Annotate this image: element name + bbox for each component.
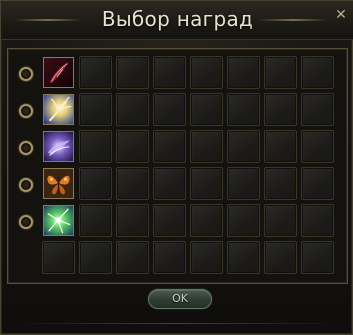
empty-slot-r1-c2 [79, 56, 112, 89]
close-icon[interactable]: ✕ [333, 7, 349, 23]
title-bar: Выбор наград ✕ [1, 1, 353, 40]
empty-slot-r5-c7 [264, 204, 297, 237]
empty-slot-r1-c7 [264, 56, 297, 89]
empty-slot-r4-c6 [227, 167, 260, 200]
empty-slot-r5-c3 [116, 204, 149, 237]
golden-sword-burst-icon[interactable] [43, 94, 74, 125]
empty-slot-r2-c6 [227, 93, 260, 126]
empty-slot-r2-c7 [264, 93, 297, 126]
empty-slot-r4-c3 [116, 167, 149, 200]
empty-slot-r6-c2 [79, 241, 112, 274]
empty-slot-r1-c4 [153, 56, 186, 89]
empty-slot-r2-c3 [116, 93, 149, 126]
reward-radio-3[interactable] [19, 141, 33, 155]
red-feather-quill-icon[interactable] [43, 57, 74, 88]
empty-slot-r3-c2 [79, 130, 112, 163]
empty-slot-r3-c5 [190, 130, 223, 163]
empty-slot-r5-c5 [190, 204, 223, 237]
empty-slot-r1-c6 [227, 56, 260, 89]
reward-selection-window: Выбор наград ✕ OK [0, 0, 353, 335]
empty-slot-r6-c5 [190, 241, 223, 274]
empty-slot-r5-c8 [301, 204, 334, 237]
empty-slot-r3-c6 [227, 130, 260, 163]
empty-slot-r3-c7 [264, 130, 297, 163]
empty-slot-r3-c3 [116, 130, 149, 163]
empty-slot-r2-c4 [153, 93, 186, 126]
reward-radio-1[interactable] [19, 67, 33, 81]
window-title: Выбор наград [101, 7, 254, 31]
empty-slot-r6-c3 [116, 241, 149, 274]
empty-slot-r4-c8 [301, 167, 334, 200]
empty-slot-r5-c6 [227, 204, 260, 237]
empty-slot-r1-c5 [190, 56, 223, 89]
empty-slot-r6-c4 [153, 241, 186, 274]
empty-slot-r2-c8 [301, 93, 334, 126]
purple-wing-icon[interactable] [43, 131, 74, 162]
reward-radio-2[interactable] [19, 104, 33, 118]
reward-radio-4[interactable] [19, 178, 33, 192]
empty-slot-r6-c7 [264, 241, 297, 274]
empty-slot-r4-c2 [79, 167, 112, 200]
empty-slot-r6-c8 [301, 241, 334, 274]
orange-butterfly-wings-icon[interactable] [43, 168, 74, 199]
empty-slot-r3-c4 [153, 130, 186, 163]
empty-slot-r4-c5 [190, 167, 223, 200]
empty-slot-r4-c7 [264, 167, 297, 200]
empty-slot-r6-c6 [227, 241, 260, 274]
reward-radio-5[interactable] [19, 215, 33, 229]
empty-slot-r5-c4 [153, 204, 186, 237]
ok-button[interactable]: OK [148, 289, 212, 309]
empty-slot-r4-c4 [153, 167, 186, 200]
empty-slot-r5-c2 [79, 204, 112, 237]
empty-slot-r2-c5 [190, 93, 223, 126]
green-lightning-burst-icon[interactable] [43, 205, 74, 236]
empty-slot-r3-c8 [301, 130, 334, 163]
empty-slot-r6-c1 [42, 241, 75, 274]
bottom-trim [11, 323, 342, 324]
empty-slot-r2-c2 [79, 93, 112, 126]
empty-slot-r1-c8 [301, 56, 334, 89]
empty-slot-r1-c3 [116, 56, 149, 89]
